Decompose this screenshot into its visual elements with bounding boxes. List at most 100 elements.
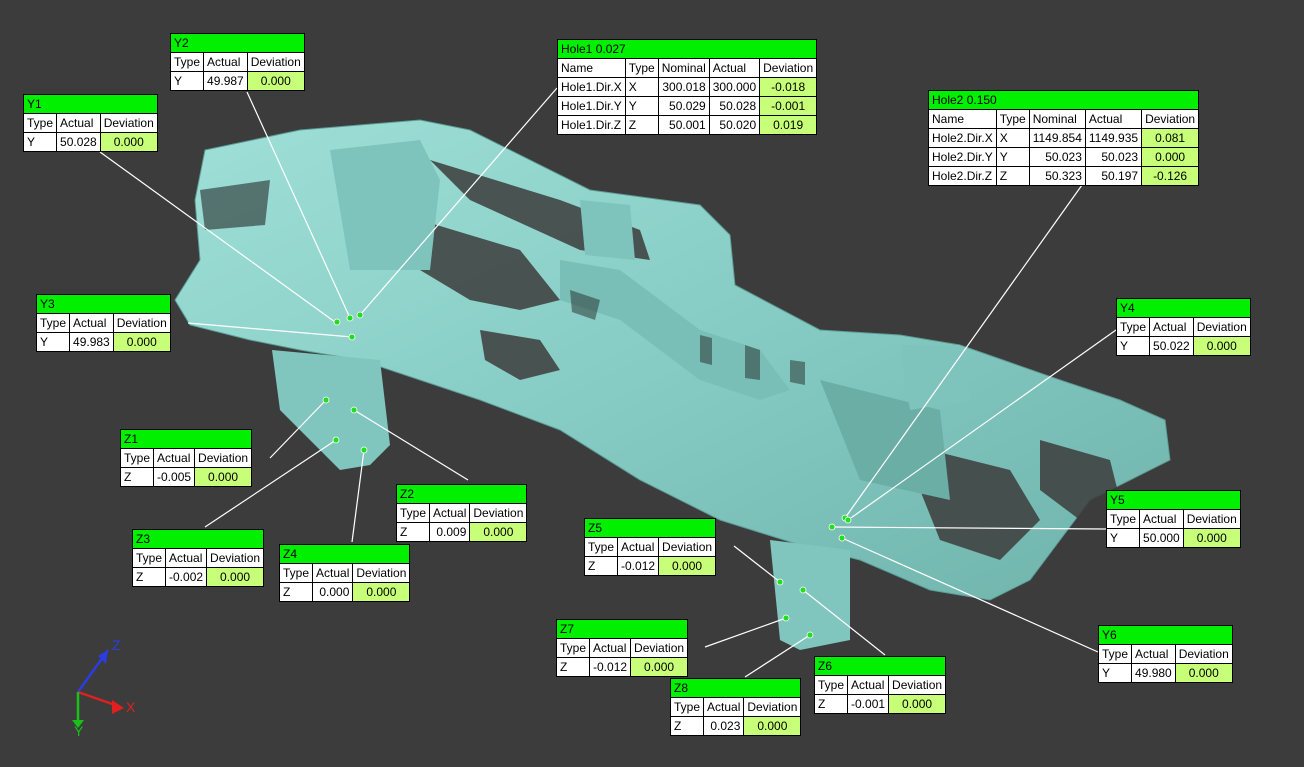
column-header: Deviation [888,676,946,695]
table-cell: 1149.854 [1028,128,1086,148]
callout-title: Y4 [1117,299,1250,318]
axis-z-label: Z [112,637,121,653]
column-header: Actual [1149,318,1194,337]
callout-y3[interactable]: Y3 Type Actual Deviation Y 49.983 0.000 [36,294,171,352]
callout-table: Type Actual Deviation Z -0.002 0.000 [133,549,264,586]
callout-title: Z6 [815,657,946,676]
table-row: Z 0.000 0.000 [280,582,410,601]
table-header-row: Type Actual Deviation [121,449,252,468]
deviation-cell: 0.000 [1182,528,1240,547]
table-row: Z -0.005 0.000 [121,467,252,486]
table-row: Z -0.012 0.000 [585,556,716,575]
callout-z2[interactable]: Z2 Type Actual Deviation Z 0.009 0.000 [396,484,528,542]
table-cell: 50.020 [708,115,761,134]
table-cell: Y [624,96,659,116]
table-row: Y 50.022 0.000 [1117,336,1250,355]
callout-y2[interactable]: Y2 Type Actual Deviation Y 49.987 0.000 [170,33,305,91]
callout-table: Type Actual Deviation Y 50.000 0.000 [1107,510,1240,547]
column-header: Type [557,639,591,658]
callout-z4[interactable]: Z4 Type Actual Deviation Z 0.000 0.000 [279,544,411,602]
column-header: Actual [165,549,208,568]
column-header: Deviation [1182,510,1240,529]
callout-y6[interactable]: Y6 Type Actual Deviation Y 49.980 0.000 [1098,625,1233,683]
column-header: Actual [56,114,101,133]
table-cell: Z [397,522,431,541]
column-header: Deviation [99,114,157,133]
table-cell: Z [624,115,659,134]
table-row: Z -0.001 0.000 [815,694,946,713]
frame-rib [900,345,970,410]
table-header-row: Type Actual Deviation [815,676,946,695]
table-cell: X [624,77,659,97]
callout-table: Type Actual Deviation Z 0.023 0.000 [671,698,801,735]
table-cell: Y [1099,663,1133,682]
table-cell: 50.028 [56,132,101,151]
callout-table: Type Actual Deviation Y 49.983 0.000 [37,314,170,351]
table-header-row: Name Type Nominal Actual Deviation [929,110,1199,129]
table-row: Hole2.Dir.X X 1149.854 1149.935 0.081 [929,128,1199,148]
table-cell: Hole1.Dir.Y [558,96,626,116]
table-cell: Hole2.Dir.Y [929,147,997,167]
callout-hole1[interactable]: Hole1 0.027 Name Type Nominal Actual Deviatio… [557,39,818,135]
table-row: Z 0.023 0.000 [671,716,801,735]
callout-title: Z2 [397,485,527,504]
table-cell: 300.000 [708,77,761,97]
callout-title: Y1 [24,95,157,114]
callout-z5[interactable]: Z5 Type Actual Deviation Z -0.012 0.000 [584,518,717,576]
table-row: Y 49.983 0.000 [37,332,170,351]
deviation-cell: -0.126 [1141,166,1199,185]
3d-viewport[interactable]: Y2 Type Actual Deviation Y 49.987 0.000 Y1 Type A… [0,0,1304,767]
callout-z7[interactable]: Z7 Type Actual Deviation Z -0.012 0.000 [556,619,689,677]
column-header: Type [133,549,167,568]
deviation-cell: 0.000 [206,567,264,586]
deviation-cell: 0.000 [246,71,304,90]
table-cell: Hole1.Dir.Z [558,115,626,134]
table-cell: Z [815,694,849,713]
table-cell: 50.023 [1084,147,1143,167]
axis-x-label: X [126,699,136,715]
callout-z6[interactable]: Z6 Type Actual Deviation Z -0.001 0.000 [814,656,947,714]
deviation-cell: 0.000 [743,716,801,735]
table-row: Y 49.980 0.000 [1099,663,1232,682]
table-row: Hole1.Dir.X X 300.018 300.000 -0.018 [558,77,817,97]
callout-table: Type Actual Deviation Z 0.000 0.000 [280,564,410,601]
table-cell: Y [1117,336,1151,355]
column-header: Actual [617,538,660,557]
table-cell: 50.028 [708,96,761,116]
callout-y5[interactable]: Y5 Type Actual Deviation Y 50.000 0.000 [1106,490,1241,548]
table-header-row: Type Actual Deviation [24,114,157,133]
deviation-cell: 0.000 [194,467,252,486]
callout-title: Y3 [37,295,170,314]
callout-y1[interactable]: Y1 Type Actual Deviation Y 50.028 0.000 [23,94,158,152]
table-cell: Z [585,556,619,575]
table-header-row: Type Actual Deviation [1099,645,1232,664]
callout-title: Z7 [557,620,688,639]
callout-title: Z5 [585,519,716,538]
deviation-cell: 0.000 [1174,663,1232,682]
table-row: Y 50.028 0.000 [24,132,157,151]
table-cell: Y [1107,528,1141,547]
callout-title: Y6 [1099,626,1232,645]
deviation-cell: 0.000 [352,582,410,601]
table-row: Y 49.987 0.000 [171,71,304,90]
callout-table: Type Actual Deviation Y 49.987 0.000 [171,53,304,90]
deviation-cell: 0.019 [759,115,817,134]
deviation-cell: 0.000 [469,522,527,541]
table-cell: 50.323 [1028,166,1086,185]
callout-z3[interactable]: Z3 Type Actual Deviation Z -0.002 0.000 [132,529,265,587]
table-cell: 50.022 [1149,336,1194,355]
callout-z1[interactable]: Z1 Type Actual Deviation Z -0.005 0.000 [120,429,253,487]
table-header-row: Type Actual Deviation [1107,510,1240,529]
callout-hole2[interactable]: Hole2 0.150 Name Type Nominal Actual Deviatio… [928,90,1200,186]
table-cell: -0.005 [153,467,196,486]
callout-z8[interactable]: Z8 Type Actual Deviation Z 0.023 0.000 [670,678,802,736]
column-header: Actual [1084,110,1143,129]
callout-table: Name Type Nominal Actual Deviation Hole2.Dir.… [929,110,1199,185]
column-header: Actual [312,564,354,583]
column-header: Type [585,538,619,557]
table-header-row: Type Actual Deviation [1117,318,1250,337]
callout-y4[interactable]: Y4 Type Actual Deviation Y 50.022 0.000 [1116,298,1251,356]
table-cell: Hole2.Dir.X [929,128,997,148]
column-header: Type [1107,510,1141,529]
column-header: Actual [847,676,890,695]
